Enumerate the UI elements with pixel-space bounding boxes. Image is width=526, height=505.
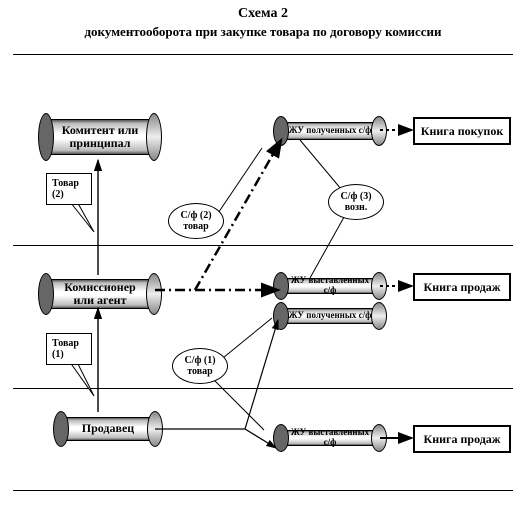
bubble-sf1-label: С/ф (1) товар	[177, 355, 223, 377]
journal-issued-bot: ЖУ выставленных с/ф	[280, 424, 380, 452]
rule-mid2	[13, 388, 513, 389]
bubble-sf2-label: С/ф (2) товар	[173, 210, 219, 232]
diagram-title-line2: документооборота при закупке товара по д…	[0, 24, 526, 40]
bubble-sf3: С/ф (3) возн.	[328, 184, 384, 220]
diagram-title-line1: Схема 2	[0, 6, 526, 22]
callout-goods1: Товар (1)	[46, 333, 92, 365]
book-purchases: Книга покупок	[413, 117, 511, 145]
rule-bottom	[13, 490, 513, 491]
book-sales-bot: Книга продаж	[413, 425, 511, 453]
journal-issued-mid: ЖУ выставленных с/ф	[280, 272, 380, 300]
entity-principal: Комитент или принципал	[45, 113, 155, 161]
callout-goods2-label: Товар (2)	[52, 178, 79, 200]
bubble-sf3-label: С/ф (3) возн.	[333, 191, 379, 213]
rule-mid1	[13, 245, 513, 246]
book-purchases-label: Книга покупок	[421, 124, 503, 139]
book-sales-mid: Книга продаж	[413, 273, 511, 301]
diagram-stage: Схема 2 документооборота при закупке тов…	[0, 0, 526, 505]
rule-top	[13, 54, 513, 55]
book-sales-bot-label: Книга продаж	[424, 432, 501, 447]
entity-agent: Комиссионер или агент	[45, 273, 155, 315]
bubble-sf2: С/ф (2) товар	[168, 203, 224, 239]
callout-goods2: Товар (2)	[46, 173, 92, 205]
bubble-sf1: С/ф (1) товар	[172, 348, 228, 384]
callout-goods1-label: Товар (1)	[52, 338, 79, 360]
journal-received-mid: ЖУ полученных с/ф	[280, 302, 380, 330]
journal-received-top: ЖУ полученных с/ф	[280, 116, 380, 146]
entity-seller: Продавец	[60, 411, 156, 447]
book-sales-mid-label: Книга продаж	[424, 280, 501, 295]
